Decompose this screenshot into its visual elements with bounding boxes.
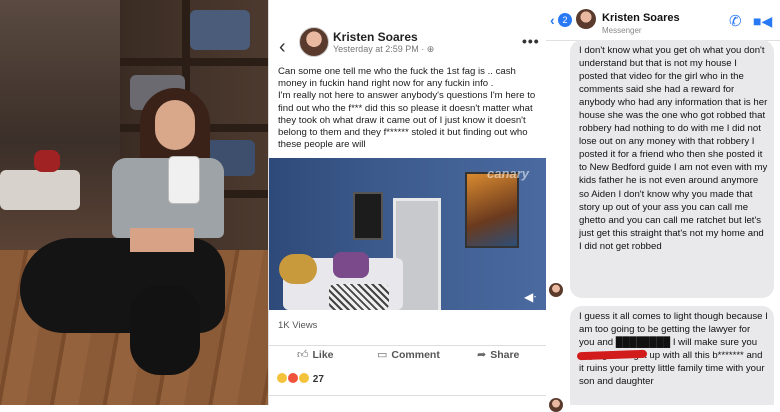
unread-badge: 2 <box>558 13 572 27</box>
person-face <box>155 100 195 150</box>
pillow <box>333 252 369 278</box>
wall-poster <box>465 172 519 248</box>
comment-button[interactable]: ▭ Comment <box>377 348 440 361</box>
share-icon: ➦ <box>477 349 487 361</box>
phone-in-hand <box>168 156 200 204</box>
wall-poster <box>353 192 383 240</box>
teddy-bear <box>279 254 317 284</box>
thumbs-up-icon: 👍︎ <box>297 349 309 361</box>
red-item <box>34 150 60 172</box>
facebook-post: ‹ Kristen Soares Yesterday at 2:59 PM · … <box>268 0 547 405</box>
person-midriff <box>130 228 194 252</box>
selfie-photo <box>0 0 268 405</box>
view-count: 1K Views <box>278 320 318 331</box>
author-avatar[interactable] <box>299 27 329 57</box>
contact-name[interactable]: Kristen Soares <box>602 12 680 24</box>
reactions-summary[interactable]: 27 <box>277 373 324 385</box>
globe-icon: ⊕ <box>426 44 435 54</box>
more-options-button[interactable]: ••• <box>522 33 540 49</box>
wow-reaction-icon <box>299 373 309 383</box>
share-button[interactable]: ➦ Share <box>477 348 519 361</box>
post-text: Can some one tell me who the fuck the 1s… <box>278 66 536 151</box>
like-button[interactable]: 👍︎ Like <box>297 348 334 361</box>
post-video[interactable]: canary ◀ᐧ <box>269 158 546 310</box>
contact-subtitle: Messenger <box>602 26 642 35</box>
haha-reaction-icon <box>277 373 287 383</box>
messenger-panel: ‹ 2 Kristen Soares Messenger ✆ ■◀ I don'… <box>546 0 780 412</box>
video-call-icon[interactable]: ■◀ <box>753 13 772 30</box>
mute-icon[interactable]: ◀ᐧ <box>524 290 536 304</box>
message-bubble: I don't know what you get oh what you do… <box>570 40 774 298</box>
contact-avatar[interactable] <box>576 9 596 29</box>
sender-avatar <box>549 283 563 297</box>
phone-call-icon[interactable]: ✆ <box>729 12 742 30</box>
video-watermark: canary <box>487 166 529 181</box>
comment-icon: ▭ <box>377 349 388 361</box>
messenger-header: ‹ 2 Kristen Soares Messenger ✆ ■◀ <box>546 0 780 41</box>
post-timestamp: Yesterday at 2:59 PM · ⊕ <box>333 44 435 54</box>
back-button[interactable]: ‹ <box>279 36 286 59</box>
angry-reaction-icon <box>288 373 298 383</box>
clothes-pile <box>190 10 250 50</box>
sender-avatar <box>549 398 563 412</box>
divider <box>269 395 546 406</box>
back-button[interactable]: ‹ <box>550 12 555 28</box>
clothes-pile <box>0 170 80 210</box>
blanket <box>329 284 389 310</box>
person-leg <box>130 285 200 375</box>
reaction-count: 27 <box>312 374 324 385</box>
post-author[interactable]: Kristen Soares <box>333 30 418 44</box>
post-actions: 👍︎ Like ▭ Comment ➦ Share <box>269 345 546 368</box>
